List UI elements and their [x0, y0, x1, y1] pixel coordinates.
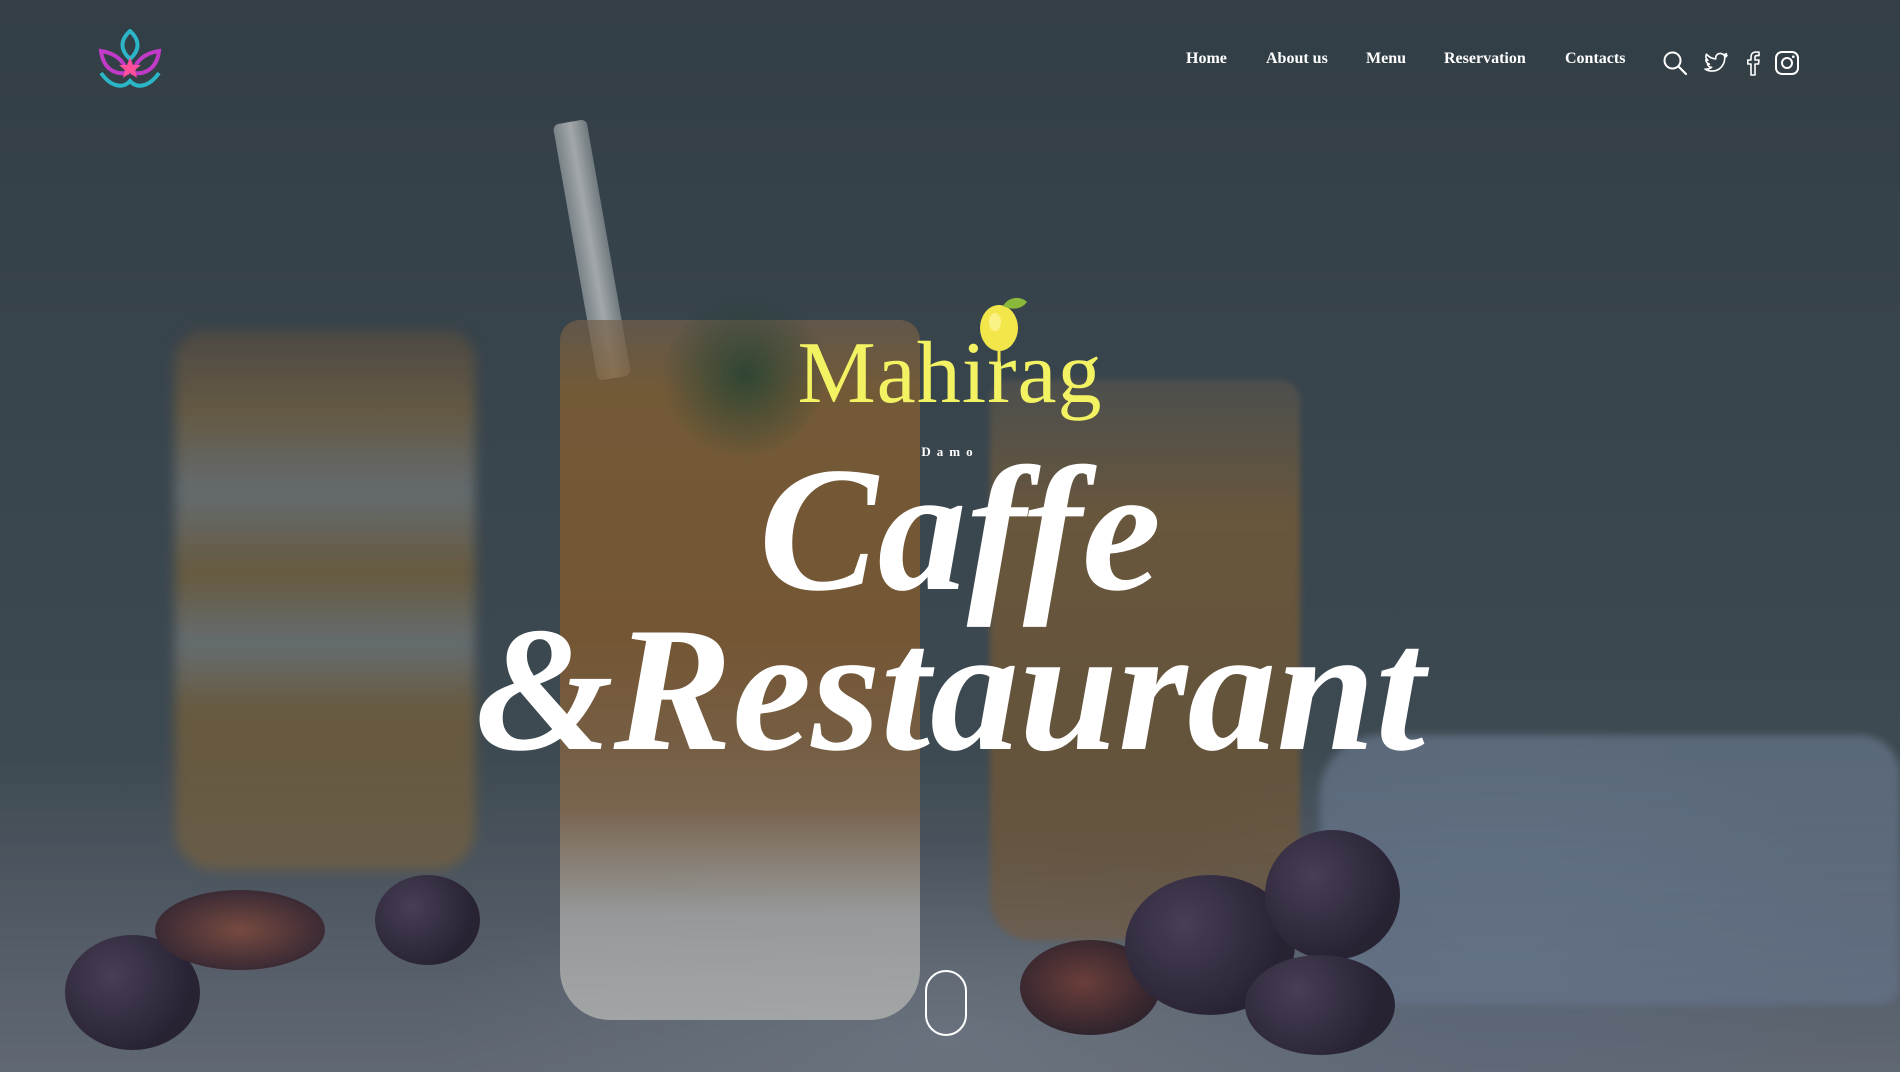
nav-home[interactable]: Home: [1186, 50, 1227, 68]
hero-section: Home About us Menu Reservation Contacts: [0, 0, 1900, 1072]
nav-reservation[interactable]: Reservation: [1444, 50, 1526, 68]
brand-name: Mahirag: [797, 325, 1103, 422]
search-icon[interactable]: [1662, 50, 1688, 76]
facebook-icon[interactable]: [1740, 50, 1766, 76]
instagram-icon[interactable]: [1774, 50, 1800, 76]
hero-title-line2: &Restaurant: [475, 590, 1425, 788]
lotus-logo-icon: [98, 28, 162, 88]
nav-menu[interactable]: Menu: [1366, 50, 1406, 68]
twitter-icon[interactable]: [1703, 50, 1729, 76]
site-logo[interactable]: [97, 28, 163, 91]
nav-about-us[interactable]: About us: [1266, 50, 1328, 68]
nav-contacts[interactable]: Contacts: [1565, 50, 1625, 68]
scroll-down-indicator[interactable]: [925, 970, 967, 1036]
